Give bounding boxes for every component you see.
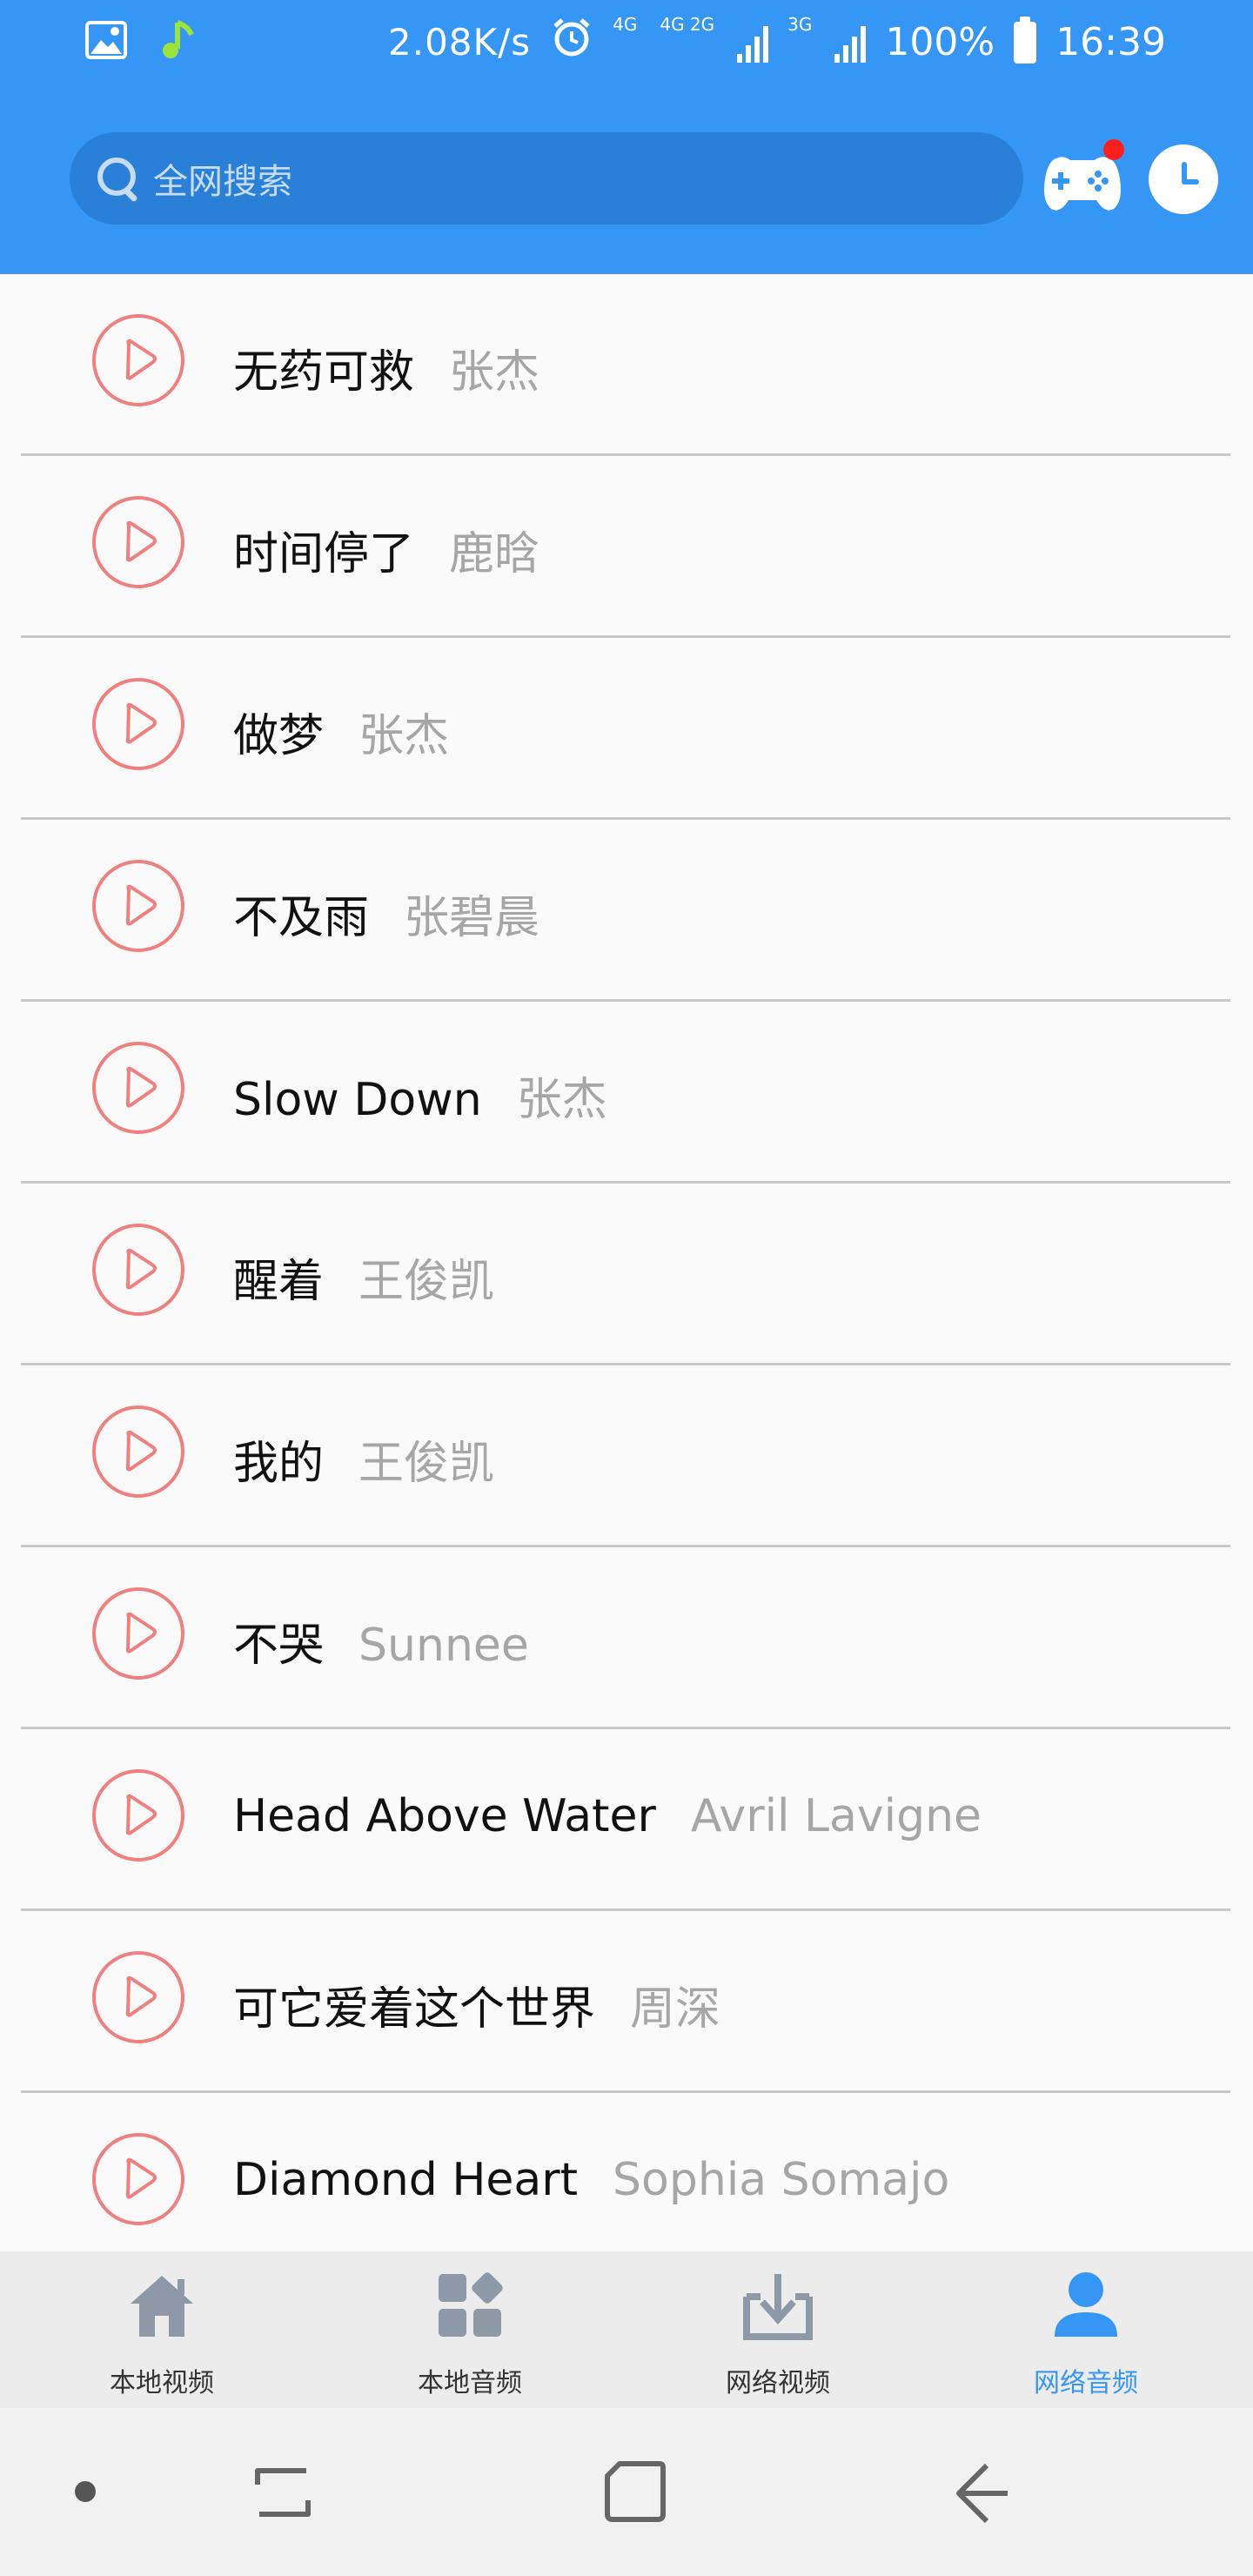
status-bar: 2.08K/s 4G 4G 2G 3G 100% 16:39 — [0, 0, 1253, 85]
play-icon[interactable] — [92, 496, 184, 588]
tab-label: 网络音频 — [1034, 2368, 1138, 2398]
play-icon[interactable] — [92, 678, 184, 770]
home-square-icon[interactable] — [602, 2459, 668, 2528]
song-artist: 鹿晗 — [449, 528, 540, 580]
person-icon — [1051, 2271, 1121, 2340]
signal-icon — [737, 23, 769, 63]
song-title: 无药可救 — [233, 346, 415, 399]
tab-local-video[interactable]: 本地视频 — [5, 2251, 318, 2408]
tab-label: 本地视频 — [110, 2368, 214, 2398]
song-title: 时间停了 — [233, 528, 415, 580]
play-icon[interactable] — [92, 1769, 184, 1862]
net-4g2g-label: 4G 2G — [660, 14, 715, 35]
list-item[interactable]: 醒着 王俊凯 — [21, 1184, 1230, 1365]
song-title: 不及雨 — [233, 892, 370, 944]
song-artist: 周深 — [630, 1983, 721, 2036]
alarm-icon — [550, 16, 593, 69]
song-title: Diamond Heart — [233, 2154, 579, 2206]
search-bar[interactable]: 全网搜索 — [70, 132, 1023, 225]
net-speed: 2.08K/s — [388, 21, 532, 64]
song-artist: 王俊凯 — [358, 1256, 495, 1308]
search-icon — [96, 156, 141, 203]
signal-icon-2 — [834, 23, 867, 63]
net-3g-label: 3G — [787, 14, 813, 35]
play-icon[interactable] — [92, 860, 184, 952]
net-4g-label: 4G — [613, 14, 638, 35]
nav-dot-icon[interactable] — [75, 2481, 96, 2502]
list-item[interactable]: Diamond Heart Sophia Somajo — [21, 2093, 1230, 2272]
song-artist: Sunnee — [358, 1620, 529, 1672]
list-item[interactable]: 可它爱着这个世界 周深 — [21, 1911, 1230, 2093]
system-nav-bar — [0, 2408, 1253, 2576]
play-icon[interactable] — [92, 314, 184, 406]
song-title: 不哭 — [233, 1620, 325, 1672]
song-title: 醒着 — [233, 1256, 325, 1308]
battery-percent: 100% — [885, 20, 995, 64]
notification-dot — [1103, 139, 1124, 160]
list-item[interactable]: Slow Down 张杰 — [21, 1002, 1230, 1184]
tab-label: 本地音频 — [418, 2368, 522, 2398]
history-button[interactable] — [1149, 144, 1218, 214]
list-item[interactable]: 无药可救 张杰 — [21, 274, 1230, 456]
recents-icon[interactable] — [252, 2462, 313, 2526]
list-item[interactable]: 我的 王俊凯 — [21, 1365, 1230, 1547]
tab-local-audio[interactable]: 本地音频 — [313, 2251, 626, 2408]
song-artist: Sophia Somajo — [613, 2154, 950, 2206]
search-placeholder: 全网搜索 — [153, 162, 292, 202]
song-title: 我的 — [233, 1438, 325, 1490]
play-icon[interactable] — [92, 1587, 184, 1680]
tab-network-video[interactable]: 网络视频 — [621, 2251, 935, 2408]
gallery-icon — [85, 21, 127, 69]
download-icon — [743, 2271, 813, 2340]
list-item[interactable]: 不及雨 张碧晨 — [21, 820, 1230, 1002]
song-artist: 王俊凯 — [358, 1438, 495, 1490]
clock-time: 16:39 — [1055, 20, 1166, 64]
song-list: 无药可救 张杰 时间停了 鹿晗 做梦 张杰 不及雨 张碧晨 Slow Down 张杰 醒着… — [0, 274, 1253, 2272]
list-item[interactable]: 做梦 张杰 — [21, 638, 1230, 820]
song-artist: 张杰 — [449, 346, 540, 399]
music-note-icon — [158, 19, 197, 70]
play-icon[interactable] — [92, 1042, 184, 1134]
battery-icon — [1014, 16, 1037, 64]
home-icon — [127, 2271, 197, 2340]
play-icon[interactable] — [92, 1951, 184, 2043]
tab-label: 网络视频 — [726, 2368, 830, 2398]
song-artist: 张碧晨 — [404, 892, 540, 944]
song-title: Head Above Water — [233, 1790, 656, 1842]
song-title: Slow Down — [233, 1074, 482, 1126]
play-icon[interactable] — [92, 1224, 184, 1316]
back-arrow-icon[interactable] — [952, 2460, 1013, 2530]
list-item[interactable]: Head Above Water Avril Lavigne — [21, 1729, 1230, 1911]
play-icon[interactable] — [92, 1405, 184, 1498]
gamepad-button[interactable] — [1041, 139, 1124, 216]
song-artist: 张杰 — [516, 1074, 607, 1126]
list-item[interactable]: 时间停了 鹿晗 — [21, 456, 1230, 638]
tab-network-audio[interactable]: 网络音频 — [929, 2251, 1243, 2408]
apps-icon — [435, 2271, 505, 2340]
list-item[interactable]: 不哭 Sunnee — [21, 1547, 1230, 1729]
play-icon[interactable] — [92, 2133, 184, 2225]
song-artist: 张杰 — [358, 710, 450, 762]
song-artist: Avril Lavigne — [690, 1790, 982, 1842]
song-title: 可它爱着这个世界 — [233, 1983, 596, 2036]
top-bar: 2.08K/s 4G 4G 2G 3G 100% 16:39 全网搜索 — [0, 0, 1253, 274]
song-title: 做梦 — [233, 710, 325, 762]
bottom-nav: 本地视频 本地音频 网络视频 网络音频 — [0, 2251, 1253, 2408]
